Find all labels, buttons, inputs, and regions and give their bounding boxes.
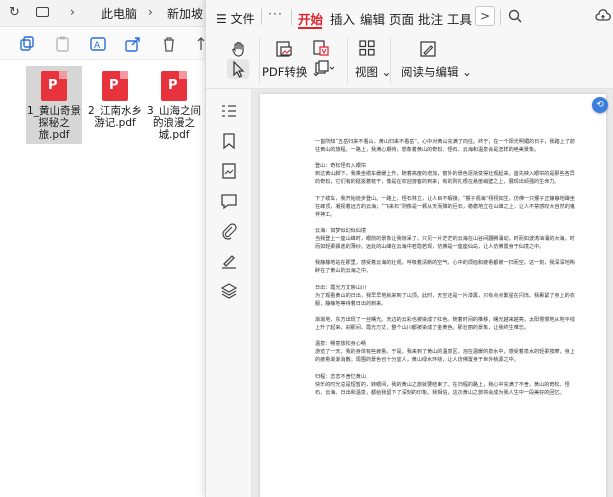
tab-page[interactable]: 页面: [389, 9, 414, 28]
tabs-next-button[interactable]: >: [475, 6, 495, 26]
layers-icon[interactable]: [220, 282, 238, 300]
pdf-to-word-icon[interactable]: [312, 39, 330, 57]
paragraph: 一首所知“五岳归来不看山，黄山归来不看岳”。心中对黄山充满了向往。终于，在一个阳…: [315, 139, 575, 153]
address-bar[interactable]: ↻ › 此电脑 › 新加坡 (E: [0, 0, 219, 27]
file-menu-label: 文件: [230, 12, 255, 26]
view-label: 视图: [355, 65, 378, 79]
pdf-convert-button[interactable]: PDF转换 ⌄: [262, 64, 321, 80]
read-edit-button[interactable]: 阅读与编辑 ⌄: [401, 64, 472, 80]
tab-insert[interactable]: 插入: [330, 9, 355, 28]
chevron-right-icon: ›: [70, 5, 75, 19]
menu-divider: [291, 9, 292, 25]
paragraph: 登山：奇松怪石入眼帘 到达黄山脚下，我乘坐缆车缓缓上升。随着高度的增加，窗外的景…: [315, 163, 575, 186]
breadcrumb-this-pc[interactable]: 此电脑: [101, 5, 137, 22]
paragraph: 下了缆车，我开始徒步登山。一路上，怪石林立，让人目不暇接。“猴子观海”栩栩如生，…: [315, 195, 575, 218]
view-grid-icon[interactable]: [358, 39, 376, 57]
search-icon[interactable]: [507, 8, 523, 27]
menu-divider: [500, 9, 501, 25]
file-item[interactable]: P 1_黄山奇景探秘之旅.pdf: [26, 66, 82, 144]
toc-icon[interactable]: [220, 102, 238, 120]
read-edit-icon[interactable]: [418, 39, 438, 59]
file-name: 2_江南水乡游记.pdf: [88, 105, 142, 129]
delete-icon[interactable]: [160, 35, 178, 53]
tab-tools[interactable]: 工具: [447, 9, 472, 28]
copy-icon[interactable]: [18, 35, 36, 53]
explorer-toolbar: A: [0, 28, 215, 60]
refresh-icon[interactable]: ↻: [9, 5, 20, 20]
ribbon-divider: [347, 38, 348, 84]
tab-start[interactable]: 开始: [298, 9, 323, 28]
thumbnail-icon[interactable]: [220, 162, 238, 180]
pdf-app-window: ☰ 文件 ··· 开始 插入 编辑 页面 批注 工具 > PDF转换 ⌄ 视图 …: [205, 0, 613, 497]
paragraph: 渐渐地，东方出现了一丝曙光。天边的云彩也被染成了红色。随着时间的推移，曙光越来越…: [315, 317, 575, 331]
active-tab-indicator: [298, 27, 322, 29]
paste-icon[interactable]: [54, 35, 72, 53]
tab-edit[interactable]: 编辑: [360, 9, 385, 28]
pdf-file-icon: P: [41, 71, 67, 101]
read-edit-label: 阅读与编辑: [401, 65, 459, 79]
chevron-down-icon: ⌄: [462, 65, 472, 79]
pdf-convert-label: PDF转换: [262, 65, 308, 79]
comment-icon[interactable]: [220, 192, 238, 210]
page-text: 一首所知“五岳归来不看山，黄山归来不看岳”。心中对黄山充满了向往。终于，在一个阳…: [315, 139, 575, 406]
signature-icon[interactable]: [220, 252, 238, 270]
ribbon-divider: [390, 38, 391, 84]
more-menu[interactable]: ···: [268, 6, 283, 21]
paragraph: 日出：霞光万丈映山川 为了观看黄山的日出，我早早地就来到了山顶。此时，天空还是一…: [315, 284, 575, 307]
paragraph: 云海：如梦似幻似仙境 当我登上一座山峰时，眼前的景象让我惊呆了。只见一片茫茫的云…: [315, 228, 575, 250]
cloud-sync-icon[interactable]: [595, 8, 611, 27]
file-name: 3_山海之间的浪漫之城.pdf: [147, 105, 201, 141]
pdf-file-icon: P: [102, 71, 128, 101]
tab-annotate[interactable]: 批注: [418, 9, 443, 28]
convert-options-icon[interactable]: [314, 60, 336, 76]
paragraph: 温泉：畅意放松身心畅 游览了一天，我的身体有些疲惫。于是，我来到了黄山的温泉区，…: [315, 341, 575, 364]
computer-icon: [36, 7, 49, 17]
svg-text:A: A: [94, 41, 101, 51]
view-button[interactable]: 视图 ⌄: [355, 64, 391, 80]
select-tool-icon[interactable]: [227, 59, 249, 79]
ai-assistant-button[interactable]: ⟲: [592, 97, 608, 113]
menu-bar: ☰ 文件 ··· 开始 插入 编辑 页面 批注 工具 >: [206, 0, 613, 34]
document-page: 一首所知“五岳归来不看山，黄山归来不看岳”。心中对黄山充满了向往。终于，在一个阳…: [260, 94, 606, 497]
menu-divider: [261, 9, 262, 25]
rename-icon[interactable]: A: [89, 35, 107, 53]
file-list: P 1_黄山奇景探秘之旅.pdf P 2_江南水乡游记.pdf P 3_山海之间…: [0, 60, 215, 497]
file-menu[interactable]: ☰ 文件: [216, 10, 255, 27]
share-icon[interactable]: [124, 35, 142, 53]
file-item[interactable]: P 2_江南水乡游记.pdf: [87, 66, 143, 144]
document-viewer[interactable]: 一首所知“五岳归来不看山，黄山归来不看岳”。心中对黄山充满了向往。终于，在一个阳…: [252, 89, 613, 497]
ribbon-divider: [259, 38, 260, 84]
pdf-file-icon: P: [161, 71, 187, 101]
screen: ↻ › 此电脑 › 新加坡 (E A P 1_黄山奇景探秘之旅.pdf P 2_…: [0, 0, 613, 497]
ribbon-toolbar: PDF转换 ⌄ 视图 ⌄ 阅读与编辑 ⌄: [206, 34, 613, 89]
paragraph: 我静静地站在那里，感受着云海的壮观，呼吸着清新的空气，心中的烦恼和疲惫都被一扫而…: [315, 260, 575, 275]
file-name: 1_黄山奇景探秘之旅.pdf: [27, 105, 81, 141]
attachment-icon[interactable]: [220, 222, 238, 240]
left-sidebar: [206, 89, 252, 497]
pdf-to-image-icon[interactable]: [274, 39, 294, 59]
hand-tool-icon[interactable]: [230, 40, 248, 58]
paragraph: 归程：恋恋不舍忆黄山 快乐的时光总是短暂的，转眼间，我的黄山之旅就要结束了。在归…: [315, 373, 570, 396]
chevron-right-icon: ›: [148, 5, 153, 19]
file-item[interactable]: P 3_山海之间的浪漫之城.pdf: [146, 66, 202, 144]
file-explorer-window: ↻ › 此电脑 › 新加坡 (E A P 1_黄山奇景探秘之旅.pdf P 2_…: [0, 0, 219, 497]
bookmark-icon[interactable]: [220, 132, 238, 150]
